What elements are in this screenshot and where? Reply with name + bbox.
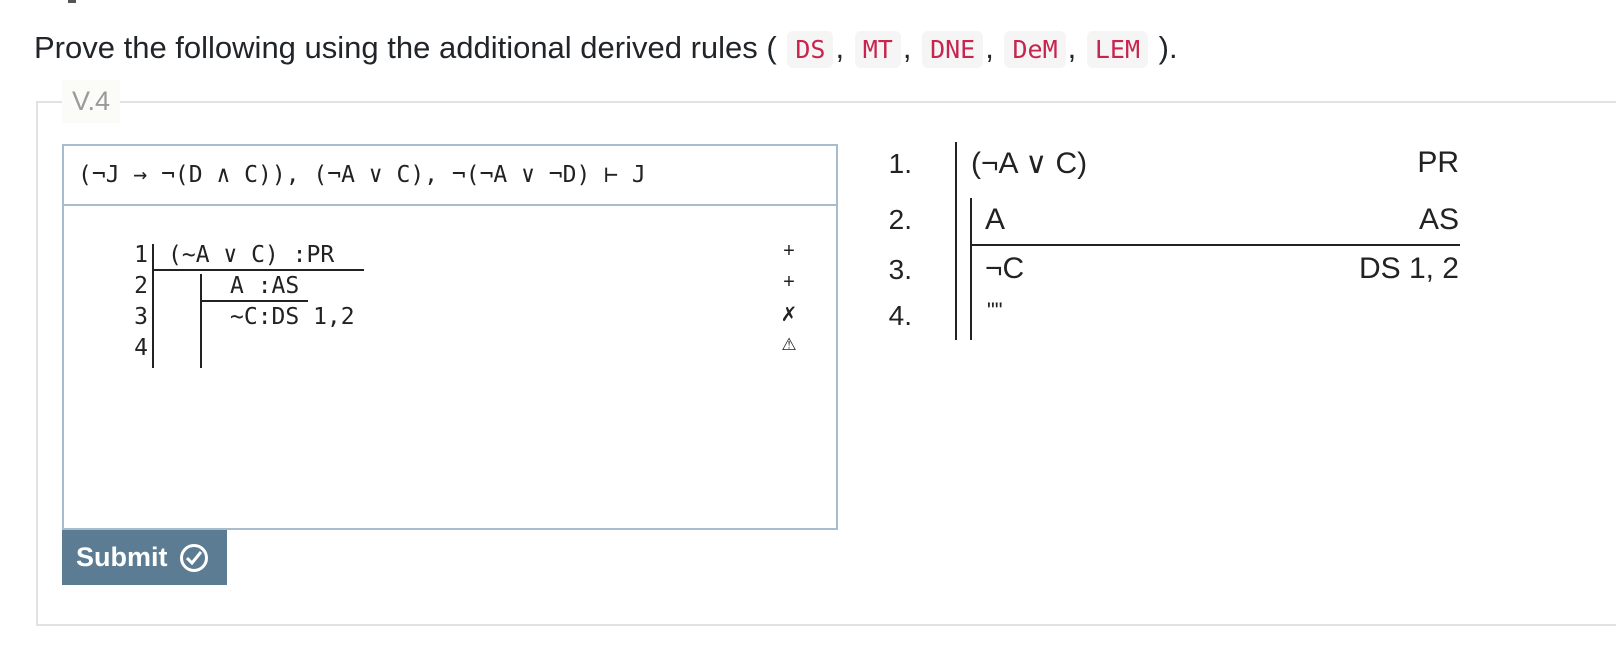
line-number: 1 — [134, 242, 148, 268]
proof-line: ~C:DS 1,2 — [230, 304, 355, 330]
premise-underline — [152, 269, 364, 271]
proof-line-number: 3. — [888, 254, 912, 285]
cross-icon[interactable]: ✗ — [780, 302, 798, 327]
proof-formula: A — [985, 203, 1006, 236]
exercise-legend: V.4 — [62, 80, 121, 123]
submit-label: Submit — [76, 542, 168, 572]
line-number: 4 — [134, 335, 148, 361]
proof-line: A :AS — [230, 273, 300, 299]
plus-icon: + — [783, 240, 795, 262]
check-circle-icon — [179, 543, 208, 572]
proof-text-area[interactable]: 1 2 3 4 (~A ∨ C) :PR A :AS ~C:DS 1,2 — [64, 206, 836, 528]
proof-formula: ¬C — [985, 252, 1025, 285]
proof-editor: (¬J → ¬(D ∧ C)), (¬A ∨ C), ¬(¬A ∨ ¬D) ⊢ … — [62, 144, 838, 530]
rule-lem: LEM — [1086, 31, 1149, 68]
instructions-prefix: Prove the following using the additional… — [34, 30, 777, 65]
separator: , — [902, 30, 912, 65]
separator: , — [835, 30, 845, 65]
proof-line-number: 4. — [888, 300, 912, 331]
top-divider — [68, 0, 76, 3]
assumption-underline — [200, 300, 308, 302]
proof-scope-bar — [955, 142, 957, 340]
instructions-suffix: ). — [1158, 30, 1178, 65]
rule-dem: DeM — [1004, 31, 1066, 68]
subproof-scope-bar — [200, 274, 202, 368]
instructions-text: Prove the following using the additional… — [34, 28, 1178, 70]
separator: , — [985, 30, 994, 65]
proof-justification: DS 1, 2 — [1358, 252, 1459, 285]
subproof-scope-bar — [970, 198, 972, 340]
proof-formula: "" — [987, 298, 1003, 323]
submit-button[interactable]: Submit — [62, 530, 227, 585]
proof-line-number: 2. — [888, 204, 912, 235]
line-number: 3 — [134, 304, 148, 330]
separator: , — [1067, 30, 1077, 65]
proof-justification: PR — [1417, 146, 1459, 179]
rule-dne: DNE — [922, 31, 984, 68]
plus-icon: + — [783, 271, 795, 293]
rule-ds: DS — [787, 31, 834, 68]
rule-mt: MT — [854, 31, 901, 68]
proof-justification: AS — [1418, 203, 1459, 236]
proof-line: (~A ∨ C) :PR — [168, 242, 335, 268]
warning-icon[interactable]: ⚠ — [780, 335, 798, 355]
proof-scope-bar — [152, 244, 154, 368]
line-number: 2 — [134, 273, 148, 299]
sequent-header: (¬J → ¬(D ∧ C)), (¬A ∨ C), ¬(¬A ∨ ¬D) ⊢ … — [64, 146, 836, 206]
proof-formula: (¬A ∨ C) — [971, 147, 1088, 180]
proof-line-number: 1. — [888, 148, 912, 179]
assumption-underline — [970, 244, 1460, 246]
